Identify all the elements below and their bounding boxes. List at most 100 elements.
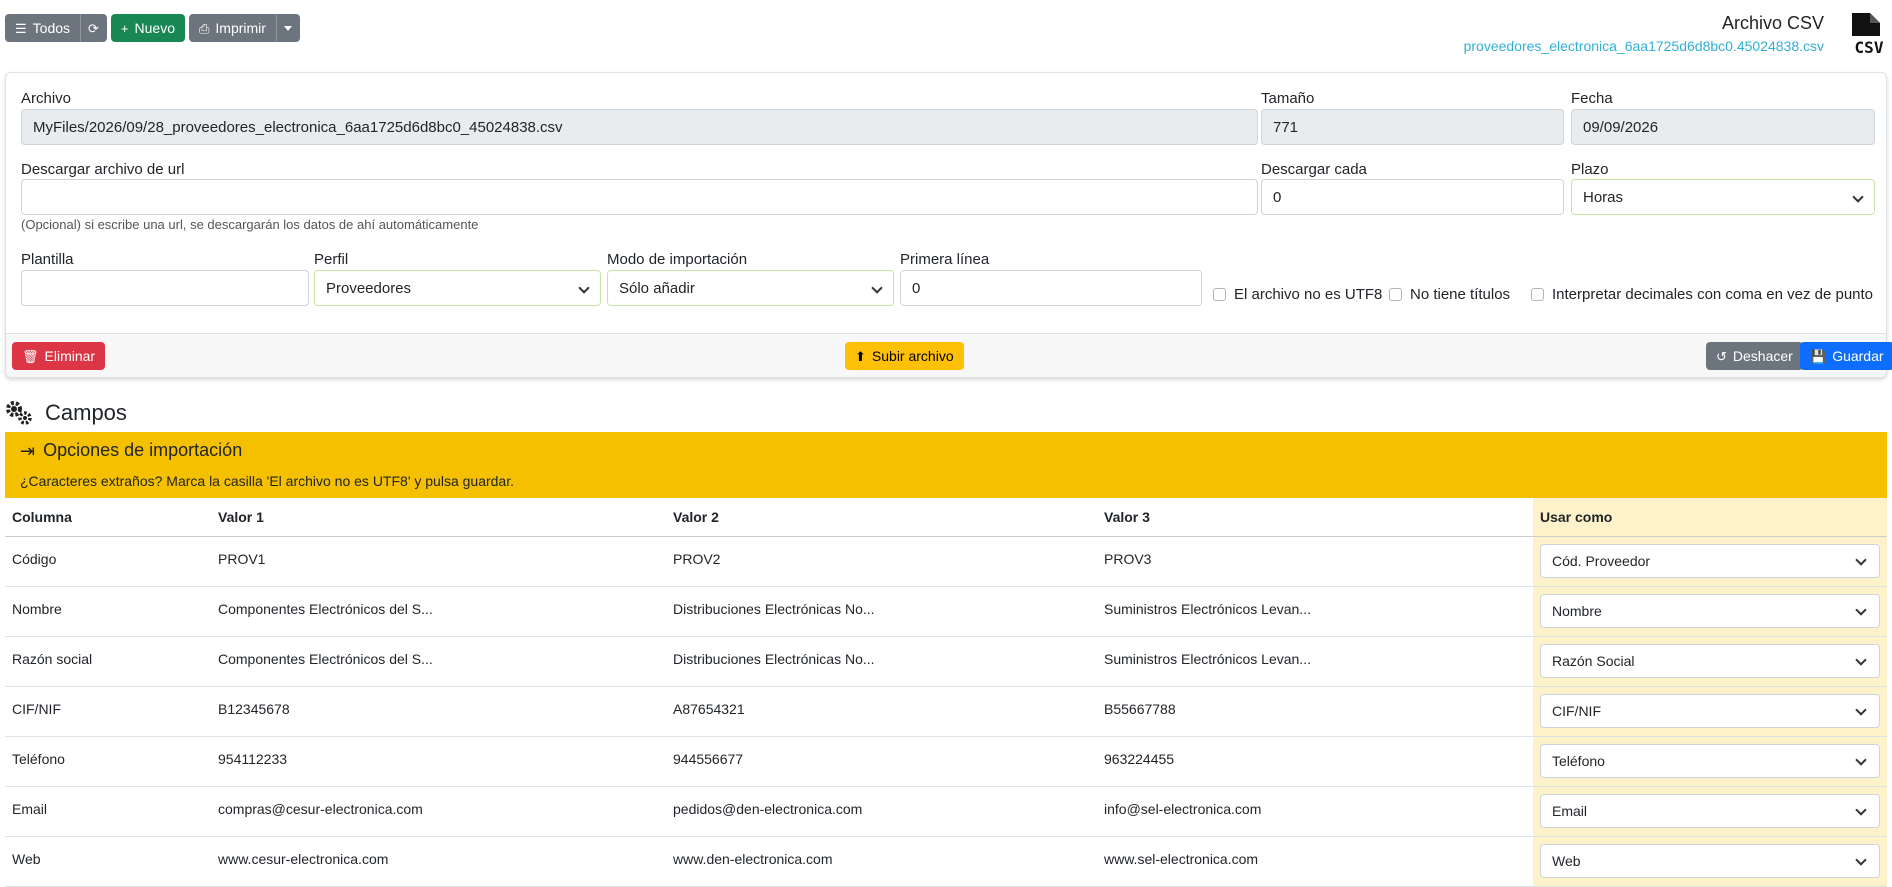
chevron-down-icon — [1855, 754, 1867, 766]
decimales-checkbox-label: Interpretar decimales con coma en vez de… — [1552, 286, 1874, 303]
plazo-select[interactable]: Horas — [1571, 179, 1875, 215]
header-valor-3: Valor 3 — [1097, 498, 1533, 537]
chevron-down-icon — [578, 282, 590, 294]
plantilla-label: Plantilla — [21, 251, 74, 268]
fields-table: Columna Valor 1 Valor 2 Valor 3 Usar com… — [5, 498, 1887, 887]
cell-valor-1: 954112233 — [211, 736, 666, 787]
deshacer-button[interactable]: ↺ Deshacer — [1706, 342, 1803, 370]
perfil-select[interactable]: Proveedores — [314, 270, 601, 306]
cell-valor-3: info@sel-electronica.com — [1097, 786, 1533, 837]
usar-como-select[interactable]: Nombre — [1540, 594, 1880, 628]
import-options-header: ⇥ Opciones de importación — [20, 440, 1872, 461]
refresh-icon: ⟳ — [88, 20, 99, 36]
primera-input[interactable]: 0 — [900, 270, 1202, 306]
chevron-down-icon — [1855, 704, 1867, 716]
plus-icon: + — [120, 20, 129, 36]
cell-valor-3: Suministros Electrónicos Levan... — [1097, 636, 1533, 687]
cell-usar-como: Razón Social — [1533, 636, 1887, 687]
imprimir-dropdown-button[interactable] — [275, 14, 300, 42]
archivo-field[interactable]: MyFiles/2026/09/28_proveedores_electroni… — [21, 109, 1258, 145]
table-row: Razón social Componentes Electrónicos de… — [5, 636, 1887, 687]
checkbox-box[interactable] — [1531, 288, 1544, 301]
chevron-down-icon — [1852, 191, 1864, 203]
url-input[interactable] — [21, 179, 1258, 215]
cell-valor-2: PROV2 — [666, 536, 1097, 587]
undo-icon: ↺ — [1716, 348, 1727, 364]
decimales-checkbox[interactable]: Interpretar decimales con coma en vez de… — [1531, 286, 1873, 303]
header-usar-como: Usar como — [1533, 498, 1887, 537]
cell-columna: Nombre — [5, 586, 211, 637]
cell-valor-2: Distribuciones Electrónicas No... — [666, 586, 1097, 637]
fecha-field[interactable]: 09/09/2026 — [1571, 109, 1875, 145]
cada-input[interactable]: 0 — [1261, 179, 1564, 215]
nuevo-button[interactable]: + Nuevo — [110, 14, 185, 42]
guardar-button[interactable]: 💾 Guardar — [1800, 342, 1892, 370]
todos-button[interactable]: ☰ Todos — [5, 14, 81, 42]
chevron-down-icon — [1855, 804, 1867, 816]
modo-select[interactable]: Sólo añadir — [607, 270, 894, 306]
guardar-label: Guardar — [1832, 348, 1884, 364]
eliminar-button[interactable]: 🗑 Eliminar — [12, 342, 106, 370]
table-row: Email compras@cesur-electronica.com pedi… — [5, 786, 1887, 837]
campos-heading: Campos — [5, 400, 127, 426]
csv-file-icon: CSV — [1850, 13, 1888, 57]
cell-usar-como: Web — [1533, 836, 1887, 887]
primera-label: Primera línea — [900, 251, 990, 268]
tamano-field[interactable]: 771 — [1261, 109, 1564, 145]
gears-icon — [6, 401, 32, 425]
list-icon: ☰ — [15, 20, 27, 36]
cada-label: Descargar cada — [1261, 161, 1367, 178]
cell-valor-1: www.cesur-electronica.com — [211, 836, 666, 887]
table-row: Teléfono 954112233 944556677 963224455 T… — [5, 736, 1887, 787]
plantilla-input[interactable] — [21, 270, 309, 306]
usar-como-select[interactable]: Email — [1540, 794, 1880, 828]
checkbox-box[interactable] — [1389, 288, 1402, 301]
cell-valor-3: B55667788 — [1097, 686, 1533, 737]
usar-como-select[interactable]: Cód. Proveedor — [1540, 544, 1880, 578]
subir-archivo-button[interactable]: ⬆ Subir archivo — [845, 342, 964, 370]
usar-como-value: CIF/NIF — [1552, 703, 1601, 719]
deshacer-label: Deshacer — [1732, 348, 1793, 364]
header-valor-2: Valor 2 — [666, 498, 1097, 537]
cell-columna: Web — [5, 836, 211, 887]
usar-como-select[interactable]: Web — [1540, 844, 1880, 878]
subir-label: Subir archivo — [871, 348, 954, 364]
imprimir-button[interactable]: ⎙ Imprimir — [188, 14, 276, 42]
caret-down-icon — [283, 25, 292, 31]
modo-value: Sólo añadir — [619, 279, 695, 297]
trash-icon: 🗑 — [22, 348, 39, 364]
refresh-button[interactable]: ⟳ — [80, 14, 107, 42]
table-row: Nombre Componentes Electrónicos del S...… — [5, 586, 1887, 637]
checkbox-box[interactable] — [1213, 288, 1226, 301]
cell-valor-2: www.den-electronica.com — [666, 836, 1097, 887]
usar-como-value: Nombre — [1552, 603, 1602, 619]
usar-como-select[interactable]: Teléfono — [1540, 744, 1880, 778]
file-link[interactable]: proveedores_electronica_6aa1725d6d8bc0.4… — [1464, 38, 1824, 54]
cell-columna: Email — [5, 786, 211, 837]
chevron-down-icon — [1855, 854, 1867, 866]
header-valor-1: Valor 1 — [211, 498, 666, 537]
csv-icon-text: CSV — [1855, 38, 1884, 57]
cell-valor-1: Componentes Electrónicos del S... — [211, 636, 666, 687]
url-label: Descargar archivo de url — [21, 161, 185, 178]
imprimir-label: Imprimir — [215, 20, 266, 36]
nuevo-label: Nuevo — [134, 20, 175, 36]
usar-como-select[interactable]: CIF/NIF — [1540, 694, 1880, 728]
cell-valor-1: B12345678 — [211, 686, 666, 737]
usar-como-value: Teléfono — [1552, 753, 1605, 769]
todos-group: ☰ Todos ⟳ — [5, 14, 107, 42]
document-header: Archivo CSV proveedores_electronica_6aa1… — [1464, 13, 1824, 54]
utf8-checkbox[interactable]: El archivo no es UTF8 — [1213, 286, 1382, 303]
url-help-text: (Opcional) si escribe una url, se descar… — [21, 217, 479, 232]
fecha-label: Fecha — [1571, 90, 1613, 107]
table-header-row: Columna Valor 1 Valor 2 Valor 3 Usar com… — [5, 498, 1887, 537]
titulos-checkbox[interactable]: No tiene títulos — [1389, 286, 1510, 303]
table-row: Código PROV1 PROV2 PROV3 Cód. Proveedor — [5, 536, 1887, 587]
cell-usar-como: CIF/NIF — [1533, 686, 1887, 737]
modo-label: Modo de importación — [607, 251, 748, 268]
header-columna: Columna — [5, 498, 211, 537]
cell-columna: CIF/NIF — [5, 686, 211, 737]
usar-como-select[interactable]: Razón Social — [1540, 644, 1880, 678]
imprimir-group: ⎙ Imprimir — [188, 14, 300, 42]
cell-usar-como: Nombre — [1533, 586, 1887, 637]
